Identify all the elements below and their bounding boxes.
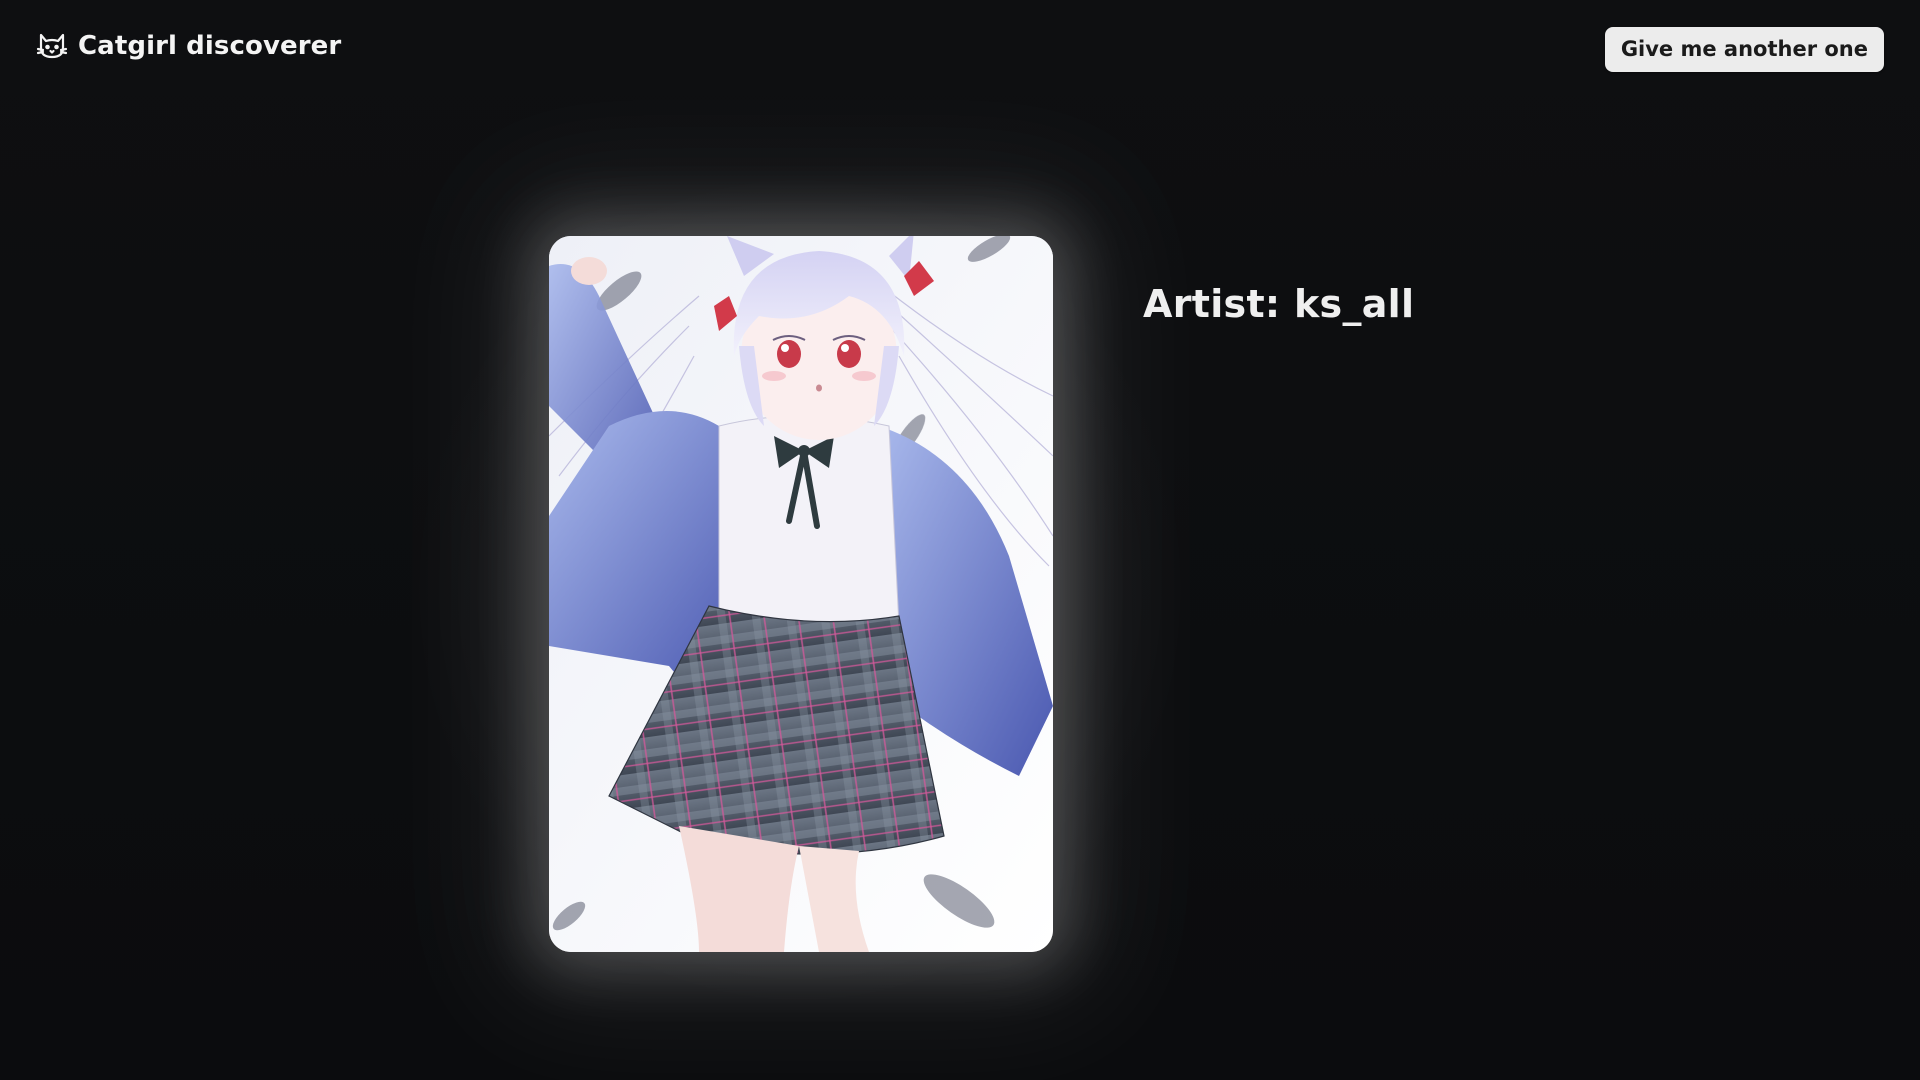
next-image-button[interactable]: Give me another one [1604,27,1884,72]
catgirl-illustration [549,236,1053,952]
brand: Catgirl discoverer [36,30,341,62]
cat-face-icon [36,30,68,62]
image-card [549,236,1053,952]
page: Catgirl discoverer Give me another one A… [0,0,1920,1080]
app-title: Catgirl discoverer [78,31,342,61]
top-bar: Catgirl discoverer Give me another one [0,0,1920,100]
artist-credit: Artist: ks_all [1143,282,1415,326]
